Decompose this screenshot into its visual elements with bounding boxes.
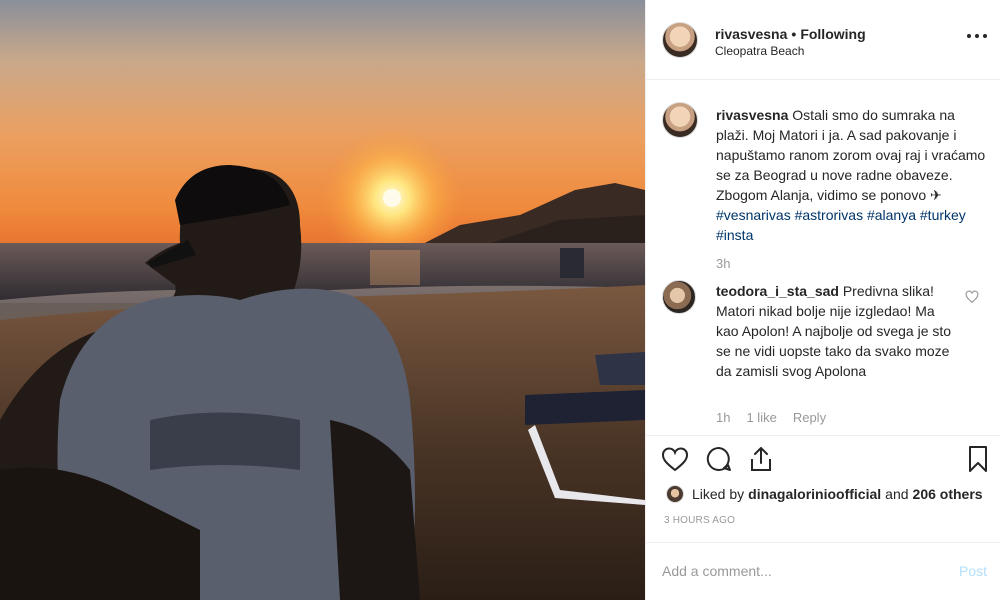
more-options-icon[interactable] <box>967 32 987 40</box>
commenter-avatar[interactable] <box>662 280 696 314</box>
comments-section[interactable]: rivasvesna Ostali smo do sumraka na plaž… <box>646 80 1000 435</box>
post-photo[interactable] <box>0 0 645 600</box>
post-header: rivasvesna • Following Cleopatra Beach <box>646 0 1000 80</box>
post-location[interactable]: Cleopatra Beach <box>715 44 804 58</box>
liked-by-label: Liked by <box>692 486 745 502</box>
comment: teodora_i_sta_sad Predivna slika! Matori… <box>716 281 956 381</box>
likes-others-count[interactable]: 206 others <box>913 486 983 502</box>
comment-time: 1h <box>716 410 731 425</box>
caption-username[interactable]: rivasvesna <box>716 107 788 123</box>
add-comment-input[interactable] <box>662 559 922 583</box>
comment-likes[interactable]: 1 like <box>746 410 776 425</box>
author-username[interactable]: rivasvesna <box>715 26 787 42</box>
comment-username[interactable]: teodora_i_sta_sad <box>716 283 839 299</box>
comment-bubble-icon[interactable] <box>704 444 734 474</box>
sunset-beach-image <box>0 0 645 600</box>
post-comment-button[interactable]: Post <box>959 563 987 579</box>
comment-meta: 1h 1 like Reply <box>716 410 826 425</box>
share-upload-icon[interactable] <box>746 444 776 474</box>
action-bar <box>646 435 1000 483</box>
hashtag[interactable]: #vesnarivas <box>716 207 791 223</box>
caption: rivasvesna Ostali smo do sumraka na plaž… <box>716 105 986 245</box>
liker-username[interactable]: dinagalorinioofficial <box>748 486 881 502</box>
caption-time: 3h <box>716 256 731 271</box>
hashtag[interactable]: #alanya <box>867 207 916 223</box>
liker-avatar[interactable] <box>666 485 684 503</box>
hashtag[interactable]: #astrorivas <box>795 207 863 223</box>
author-line: rivasvesna • Following <box>715 26 866 42</box>
following-button[interactable]: Following <box>800 26 865 42</box>
reply-button[interactable]: Reply <box>793 410 826 425</box>
comment-like-heart-icon[interactable] <box>965 290 979 304</box>
likes-summary: Liked by dinagalorinioofficial and 206 o… <box>666 484 987 504</box>
author-avatar[interactable] <box>662 22 698 58</box>
hashtag[interactable]: #insta <box>716 227 753 243</box>
hashtag[interactable]: #turkey <box>920 207 966 223</box>
post-side-panel: rivasvesna • Following Cleopatra Beach riv… <box>645 0 1000 600</box>
bookmark-icon[interactable] <box>963 444 993 474</box>
like-heart-icon[interactable] <box>660 444 690 474</box>
caption-avatar[interactable] <box>662 102 698 138</box>
likes-connector: and <box>885 486 909 502</box>
add-comment-bar: Post <box>646 542 1000 600</box>
posted-time[interactable]: 3 HOURS AGO <box>664 515 735 526</box>
separator-dot: • <box>791 26 797 42</box>
